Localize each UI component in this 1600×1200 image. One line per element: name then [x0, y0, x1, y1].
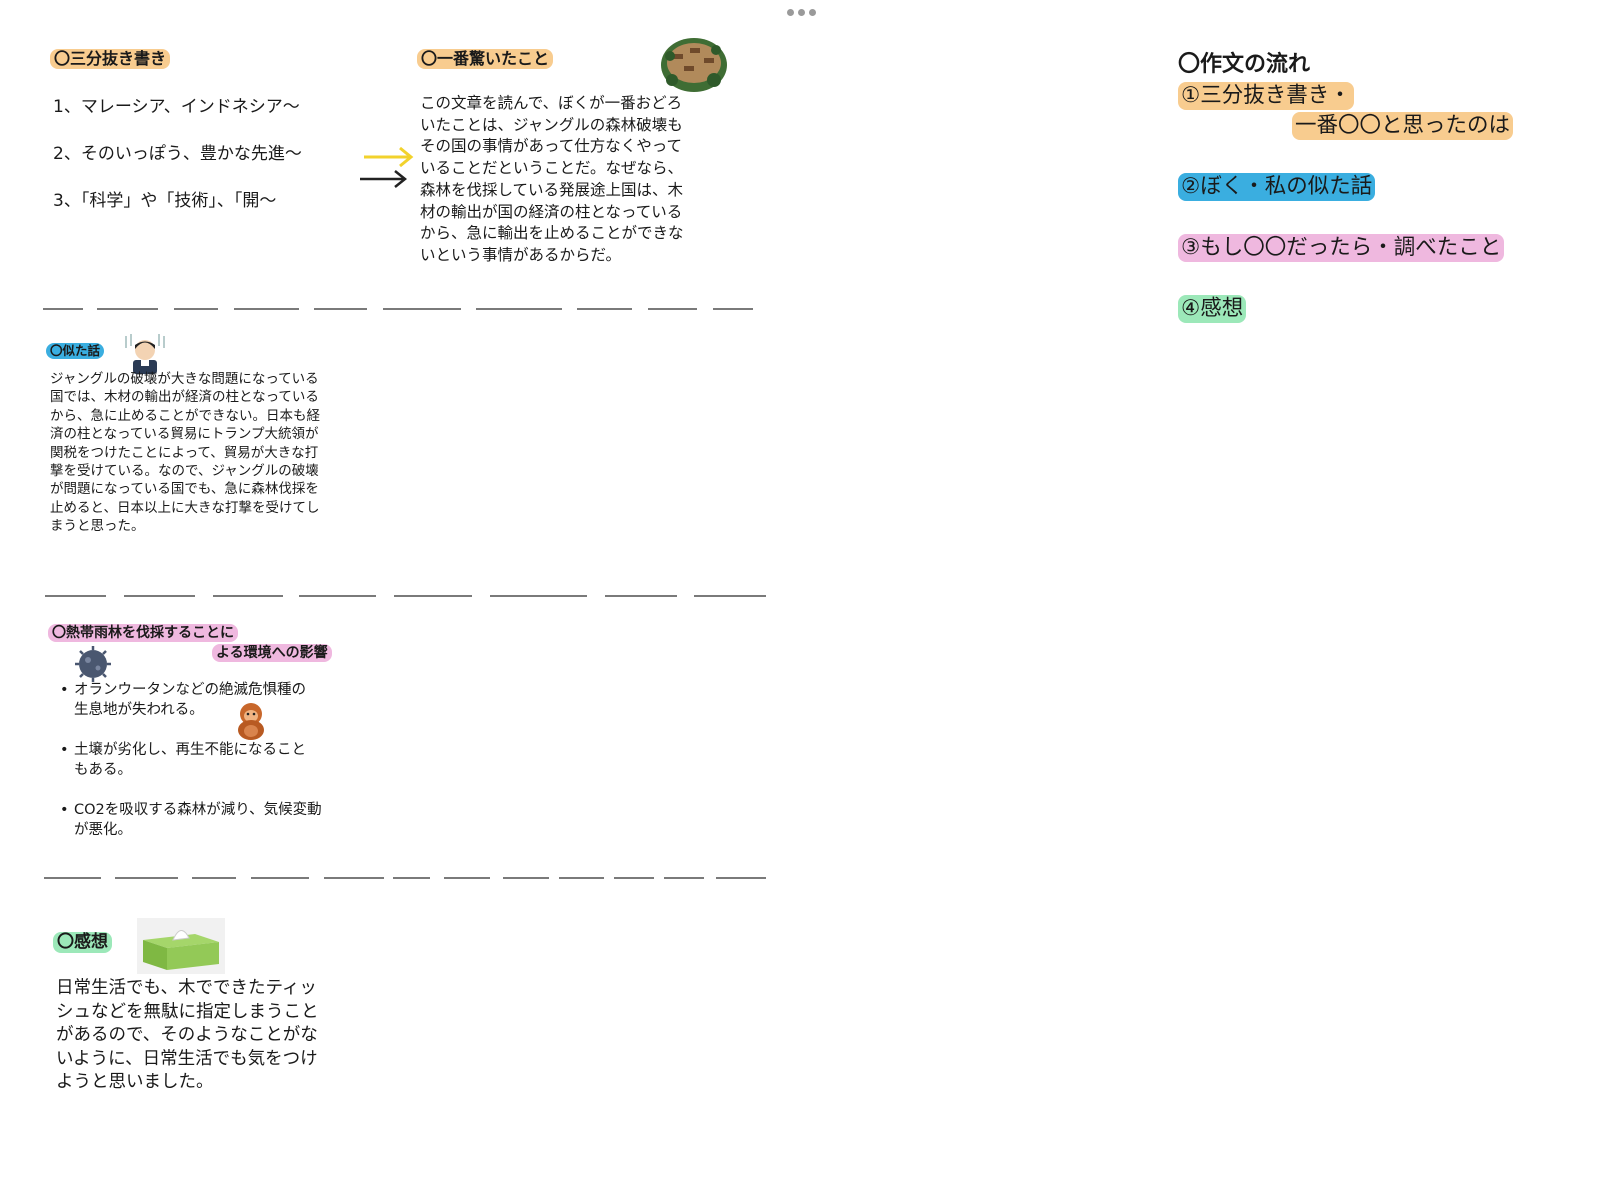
more-dots-icon[interactable] [787, 9, 819, 19]
similar-paragraph: ジャングルの破壊が大きな問題になっている 国では、木材の輸出が経済の柱となってい… [50, 371, 320, 535]
flow-item-3: ③もし〇〇だったら・調べたこと [1178, 234, 1505, 262]
tissue-box-illustration-icon [137, 918, 225, 974]
flow-item-1-line1: ①三分抜き書き・ [1178, 82, 1354, 110]
summary-item-3: 3、「科学」や「技術」、「開〜 [53, 191, 277, 211]
arrow-icons [360, 146, 414, 188]
environment-heading-line1: 〇熱帯雨林を伐採することに [48, 622, 238, 642]
flow-item-1-line2: 一番〇〇と思ったのは [1292, 112, 1514, 140]
deforestation-illustration-icon [661, 38, 727, 92]
surprise-heading: 〇一番驚いたこと [417, 49, 554, 69]
effect-item: 土壌が劣化し、再生不能になること もある。 [58, 740, 358, 780]
flow-item-2: ②ぼく・私の似た話 [1178, 173, 1376, 201]
effect-item: オランウータンなどの絶滅危惧種の 生息地が失われる。 [58, 680, 358, 720]
impression-paragraph: 日常生活でも、木でできたティッ シュなどを無駄に指定しまうこと があるので、その… [56, 978, 319, 1092]
summary-item-2: 2、そのいっぽう、豊かな先進〜 [53, 144, 302, 164]
flow-item-4: ④感想 [1178, 295, 1247, 323]
worried-man-illustration-icon [125, 334, 165, 374]
virus-illustration-icon [75, 646, 111, 682]
black-arrow-icon [360, 170, 408, 188]
environment-effects: オランウータンなどの絶滅危惧種の 生息地が失われる。 土壌が劣化し、再生不能にな… [58, 680, 358, 860]
impression-heading: 〇感想 [53, 932, 112, 953]
summary-item-1: 1、マレーシア、インドネシア〜 [53, 97, 300, 117]
environment-heading-line2: よる環境への影響 [212, 642, 332, 662]
summary-heading: 〇三分抜き書き [50, 49, 171, 69]
flow-title: 〇作文の流れ [1178, 52, 1311, 77]
surprise-paragraph: この文章を読んで、ぼくが一番おどろ いたことは、ジャングルの森林破壊も その国の… [420, 94, 684, 264]
similar-heading: 〇似た話 [46, 340, 105, 359]
effect-item: CO2を吸収する森林が減り、気候変動 が悪化。 [58, 800, 358, 840]
yellow-arrow-icon [364, 146, 414, 168]
